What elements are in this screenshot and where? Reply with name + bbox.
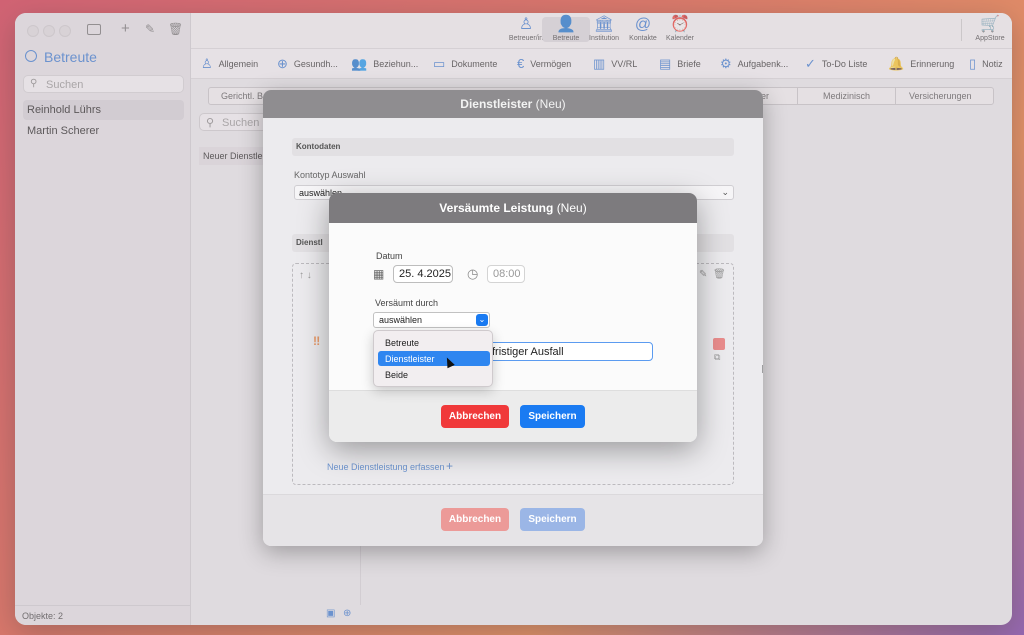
dialog-header: Dienstleister (Neu) — [263, 90, 763, 118]
time-field[interactable]: 08:00 — [487, 265, 525, 283]
section-kontodaten: Kontodaten — [292, 138, 734, 156]
option-dienstleister[interactable]: Dienstleister — [378, 351, 490, 366]
kontotyp-label: Kontotyp Auswahl — [294, 170, 366, 180]
edit-pencil-icon[interactable]: ✎ — [699, 269, 707, 280]
delete-red-icon[interactable] — [713, 338, 725, 350]
date-label: Datum — [376, 251, 403, 261]
reason-input[interactable]: fristiger Ausfall — [489, 342, 653, 361]
calendar-icon[interactable]: ▦ — [373, 267, 384, 281]
date-field[interactable]: 25. 4.2025 — [393, 265, 453, 283]
outer-cancel-button[interactable]: Abbrechen — [441, 508, 509, 531]
chevron-down-icon: ⌄ — [476, 314, 488, 326]
dialog-header: Versäumte Leistung (Neu) — [329, 193, 697, 223]
warning-icon: ‼ — [313, 334, 321, 348]
clock-icon[interactable]: ◷ — [467, 266, 478, 282]
trash-icon[interactable]: 🗑 — [713, 269, 726, 280]
copy-icon[interactable]: ⧉ — [714, 352, 720, 363]
new-service-link[interactable]: Neue Dienstleistung erfassen — [327, 462, 445, 472]
chevron-down-icon: ⌄ — [721, 187, 729, 197]
option-beide[interactable]: Beide — [378, 367, 490, 382]
save-button[interactable]: Speichern — [520, 405, 585, 428]
versaeumt-durch-dropdown: Betreute Dienstleister Beide — [373, 330, 493, 387]
cancel-button[interactable]: Abbrechen — [441, 405, 509, 428]
outer-save-button[interactable]: Speichern — [520, 508, 585, 531]
sort-arrows-icon[interactable]: ↑ ↓ — [299, 270, 312, 281]
versaeumt-durch-select[interactable]: auswählen ⌄ — [373, 312, 490, 328]
versaeumt-durch-label: Versäumt durch — [375, 298, 439, 308]
add-icon[interactable]: + — [446, 459, 453, 473]
versaeumte-leistung-dialog: Versäumte Leistung (Neu) Datum ▦ 25. 4.2… — [329, 193, 697, 442]
option-betreute[interactable]: Betreute — [378, 335, 490, 350]
